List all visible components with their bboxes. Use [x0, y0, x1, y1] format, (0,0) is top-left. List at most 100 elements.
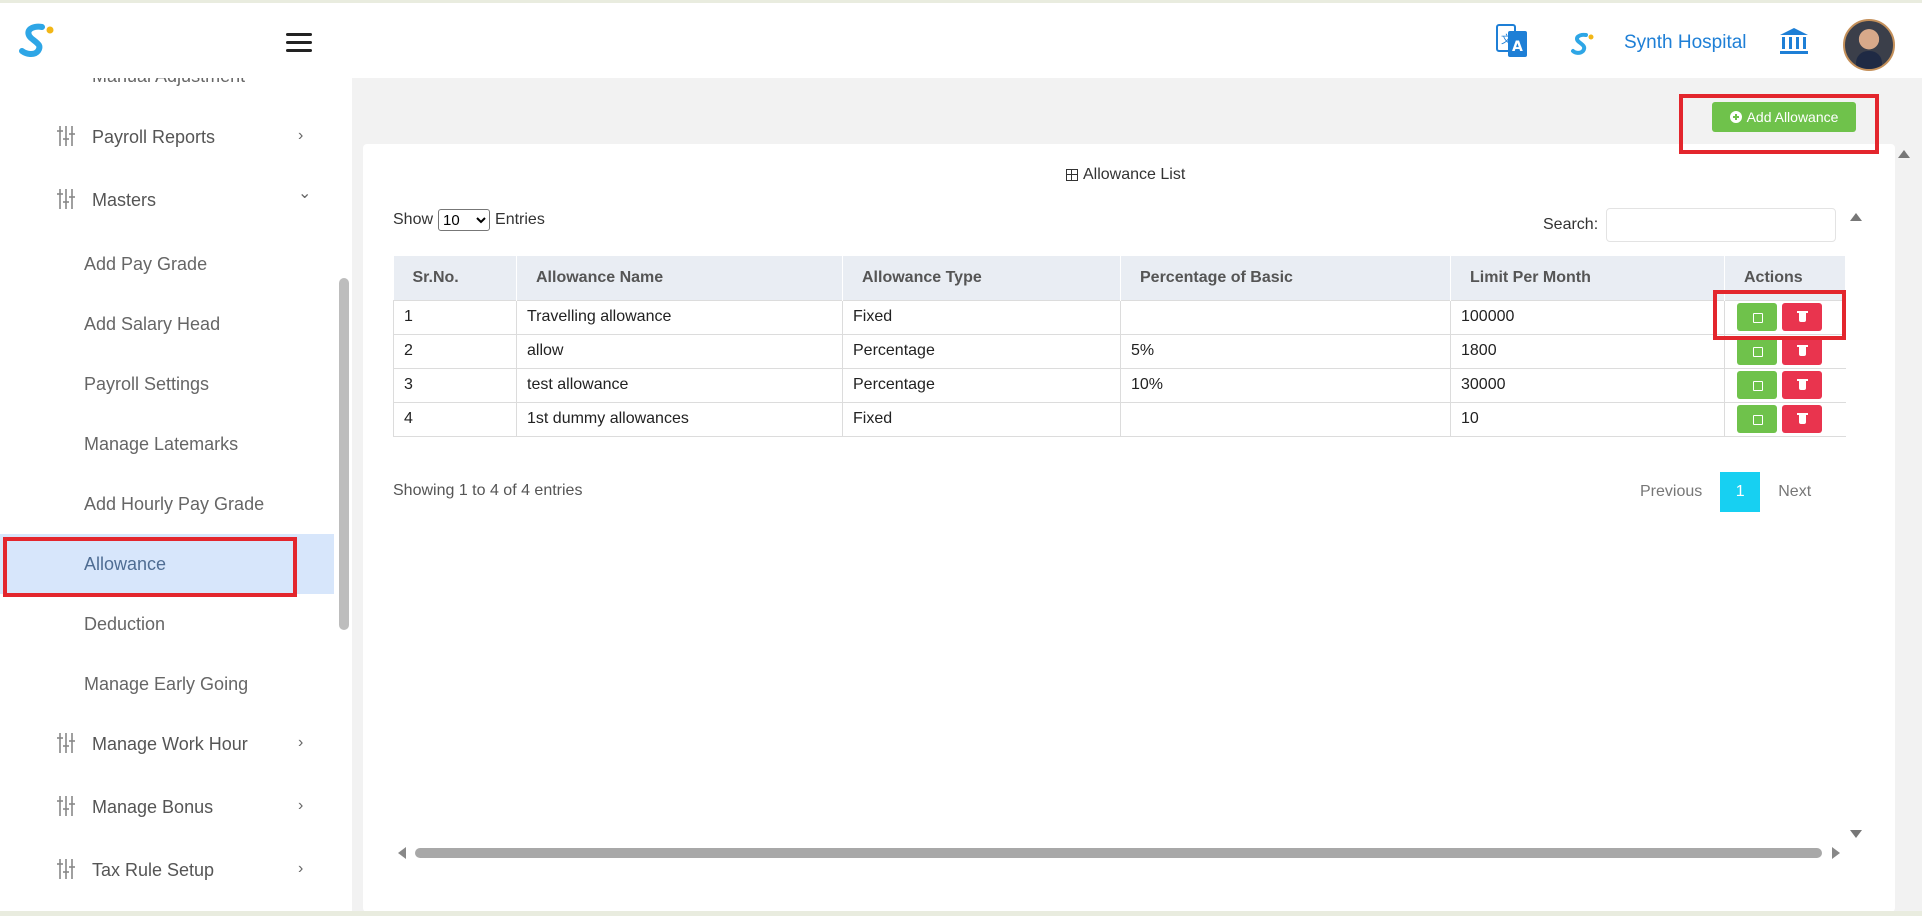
entries-select[interactable]: 10	[438, 209, 491, 231]
column-header-allowance-type[interactable]: Allowance Type	[842, 256, 1121, 300]
sidebar-sub-add-pay-grade[interactable]: Add Pay Grade	[0, 240, 334, 290]
cell-limit: 10	[1450, 401, 1725, 437]
table-row: 2 allow Percentage 5% 1800	[393, 333, 1846, 369]
column-header-sr-no[interactable]: Sr.No.	[393, 256, 517, 300]
bottom-border	[0, 911, 1922, 916]
chevron-right-icon: ›	[298, 127, 304, 144]
cell-sr: 2	[393, 333, 517, 369]
top-header: 文 A Synth Hospital	[0, 3, 1922, 78]
scroll-up-icon[interactable]	[1850, 213, 1862, 221]
scroll-right-icon[interactable]	[1832, 847, 1840, 859]
search-area: Search:	[1543, 208, 1837, 242]
search-input[interactable]	[1606, 208, 1837, 242]
sliders-icon	[57, 733, 75, 753]
column-header-percentage-of-basic[interactable]: Percentage of Basic	[1120, 256, 1451, 300]
next-page-button[interactable]: Next	[1778, 483, 1811, 501]
card-title: Allowance List	[1066, 166, 1185, 184]
column-header-allowance-name[interactable]: Allowance Name	[516, 256, 843, 300]
pagination: Previous 1 Next	[1640, 472, 1811, 512]
sidebar-sub-add-hourly-pay-grade[interactable]: Add Hourly Pay Grade	[0, 480, 334, 530]
horizontal-scrollbar[interactable]	[415, 848, 1822, 858]
sidebar-sub-deduction[interactable]: Deduction	[0, 600, 334, 650]
sidebar-sub-label: Add Hourly Pay Grade	[84, 494, 265, 514]
column-header-limit-per-month[interactable]: Limit Per Month	[1450, 256, 1725, 300]
page-scroll-up-icon[interactable]	[1898, 150, 1910, 158]
sidebar-item-label: Manage Work Hour	[92, 733, 248, 754]
cell-actions	[1724, 401, 1846, 437]
cell-actions	[1724, 367, 1846, 403]
brand-logo-icon[interactable]	[18, 21, 58, 61]
cell-percentage	[1120, 299, 1451, 335]
previous-page-button[interactable]: Previous	[1640, 483, 1702, 501]
sidebar-item-label: Manage Bonus	[92, 796, 214, 817]
cell-type: Fixed	[842, 299, 1121, 335]
sliders-icon	[57, 126, 75, 146]
entries-label: Entries	[495, 211, 545, 228]
sidebar-sub-manage-early-going[interactable]: Manage Early Going	[0, 660, 334, 710]
cell-name: test allowance	[516, 367, 843, 403]
sidebar-item-masters[interactable]: Masters ⌄	[0, 175, 334, 225]
cell-percentage: 10%	[1120, 367, 1451, 403]
sidebar-scrollbar[interactable]	[339, 278, 349, 630]
bank-icon[interactable]	[1779, 27, 1809, 55]
table-row: 1 Travelling allowance Fixed 100000	[393, 299, 1846, 335]
sliders-icon	[57, 796, 75, 816]
sidebar-item-manage-work-hour[interactable]: Manage Work Hour ›	[0, 719, 334, 769]
cell-type: Percentage	[842, 333, 1121, 369]
sidebar-item-manage-bonus[interactable]: Manage Bonus ›	[0, 782, 334, 832]
delete-button[interactable]	[1782, 337, 1822, 365]
cell-sr: 3	[393, 367, 517, 403]
scroll-down-icon[interactable]	[1850, 830, 1862, 838]
sidebar-sub-manage-latemarks[interactable]: Manage Latemarks	[0, 420, 334, 470]
sidebar-item-payroll-reports[interactable]: Payroll Reports ›	[0, 112, 334, 162]
sidebar-item-label: Tax Rule Setup	[92, 859, 215, 880]
edit-button[interactable]	[1737, 371, 1777, 399]
cell-name: Travelling allowance	[516, 299, 843, 335]
search-label: Search:	[1543, 216, 1599, 233]
user-avatar[interactable]	[1843, 19, 1895, 71]
highlight-add-allowance	[1679, 94, 1879, 154]
table-icon	[1066, 169, 1078, 181]
cell-sr: 1	[393, 299, 517, 335]
sidebar-sub-add-salary-head[interactable]: Add Salary Head	[0, 300, 334, 350]
sliders-icon	[57, 189, 75, 209]
sidebar-sub-label: Add Pay Grade	[84, 254, 208, 274]
chevron-right-icon: ›	[298, 734, 304, 751]
sidebar-item-label: Masters	[92, 189, 157, 210]
sidebar-sub-label: Add Salary Head	[84, 314, 221, 334]
sidebar-item-tax-rule-setup[interactable]: Tax Rule Setup ›	[0, 845, 334, 895]
sidebar-sub-label: Manage Early Going	[84, 674, 249, 694]
hospital-name[interactable]: Synth Hospital	[1624, 32, 1747, 54]
menu-icon[interactable]	[286, 33, 312, 53]
sidebar-sub-label: Deduction	[84, 614, 166, 634]
cell-name: allow	[516, 333, 843, 369]
sidebar-item-label: Payroll Reports	[92, 126, 216, 147]
cell-percentage: 5%	[1120, 333, 1451, 369]
table-row: 4 1st dummy allowances Fixed 10	[393, 401, 1846, 437]
sidebar-sub-label: Payroll Settings	[84, 374, 210, 394]
delete-button[interactable]	[1782, 371, 1822, 399]
cell-type: Percentage	[842, 367, 1121, 403]
edit-button[interactable]	[1737, 337, 1777, 365]
chevron-right-icon: ›	[298, 860, 304, 877]
svg-text:A: A	[1512, 39, 1523, 55]
brand-small-icon	[1571, 32, 1594, 55]
show-label: Show	[393, 211, 434, 228]
chevron-right-icon: ›	[298, 797, 304, 814]
page-1-button[interactable]: 1	[1720, 472, 1761, 512]
translate-icon[interactable]: 文 A	[1496, 23, 1528, 59]
delete-button[interactable]	[1782, 405, 1822, 433]
table-header-row: Sr.No. Allowance Name Allowance Type Per…	[393, 256, 1846, 300]
highlight-row-actions	[1713, 290, 1846, 340]
sidebar-sub-payroll-settings[interactable]: Payroll Settings	[0, 360, 334, 410]
cell-sr: 4	[393, 401, 517, 437]
edit-button[interactable]	[1737, 405, 1777, 433]
table-row: 3 test allowance Percentage 10% 30000	[393, 367, 1846, 403]
sidebar-sub-label: Manage Latemarks	[84, 434, 239, 454]
cell-limit: 1800	[1450, 333, 1725, 369]
sidebar-item-manual-adjustment[interactable]: Manual Adjustment	[92, 78, 245, 87]
sliders-icon	[57, 859, 75, 879]
sidebar: Manual Adjustment Payroll Reports › Mast…	[0, 78, 334, 912]
highlight-allowance-menu	[3, 537, 297, 597]
scroll-left-icon[interactable]	[398, 847, 406, 859]
